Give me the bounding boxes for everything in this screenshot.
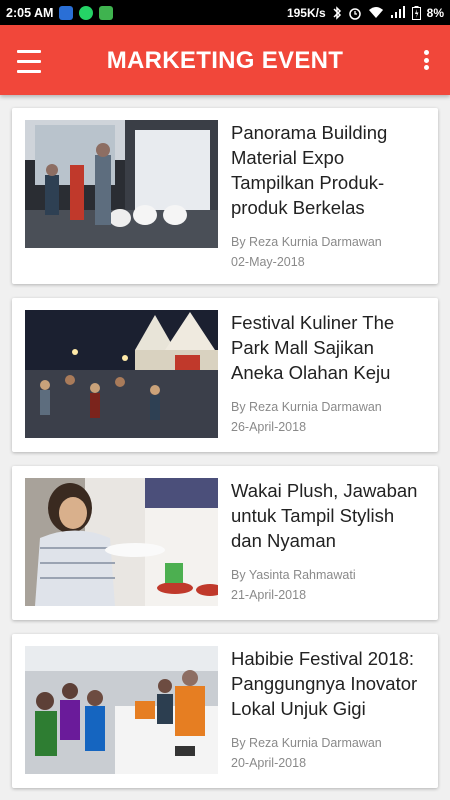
article-thumbnail[interactable] xyxy=(25,478,218,606)
status-bar: 2:05 AM 195K/s 8% xyxy=(0,0,450,25)
whatsapp-icon xyxy=(79,5,94,20)
article-author: By Reza Kurnia Darmawan xyxy=(231,736,382,750)
article-title[interactable]: Habibie Festival 2018: Panggungnya Inova… xyxy=(231,646,426,721)
article-thumbnail[interactable] xyxy=(25,646,218,774)
signal-icon xyxy=(390,6,406,19)
message-icon xyxy=(99,5,114,20)
status-time: 2:05 AM xyxy=(6,5,54,20)
battery-level: 8% xyxy=(426,5,444,20)
wifi-icon xyxy=(368,6,384,19)
article-date: 26-April-2018 xyxy=(231,420,307,434)
app-notification-icon xyxy=(59,5,74,20)
article-thumbnail[interactable] xyxy=(25,310,218,438)
network-speed: 195K/s xyxy=(286,5,326,20)
article-title[interactable]: Wakai Plush, Jawaban untuk Tampil Stylis… xyxy=(231,478,426,553)
article-card[interactable]: Wakai Plush, Jawaban untuk Tampil Stylis… xyxy=(12,466,438,620)
page-title: MARKETING EVENT xyxy=(106,47,344,74)
article-author: By Reza Kurnia Darmawan xyxy=(231,235,382,249)
article-card[interactable]: Festival Kuliner The Park Mall Sajikan A… xyxy=(12,298,438,452)
article-author: By Reza Kurnia Darmawan xyxy=(231,400,382,414)
article-thumbnail[interactable] xyxy=(25,120,218,248)
more-options-icon[interactable] xyxy=(420,47,432,73)
article-author: By Yasinta Rahmawati xyxy=(231,568,356,582)
article-list: Panorama Building Material Expo Tampilka… xyxy=(12,108,438,800)
battery-icon xyxy=(411,5,421,20)
article-date: 21-April-2018 xyxy=(231,588,307,602)
article-card[interactable]: Habibie Festival 2018: Panggungnya Inova… xyxy=(12,634,438,788)
app-bar: MARKETING EVENT xyxy=(0,25,450,95)
alarm-icon xyxy=(348,6,362,20)
bluetooth-icon xyxy=(332,5,342,20)
article-title[interactable]: Panorama Building Material Expo Tampilka… xyxy=(231,120,426,220)
article-title[interactable]: Festival Kuliner The Park Mall Sajikan A… xyxy=(231,310,426,385)
article-card[interactable]: Panorama Building Material Expo Tampilka… xyxy=(12,108,438,284)
article-date: 20-April-2018 xyxy=(231,756,307,770)
article-date: 02-May-2018 xyxy=(231,255,305,269)
